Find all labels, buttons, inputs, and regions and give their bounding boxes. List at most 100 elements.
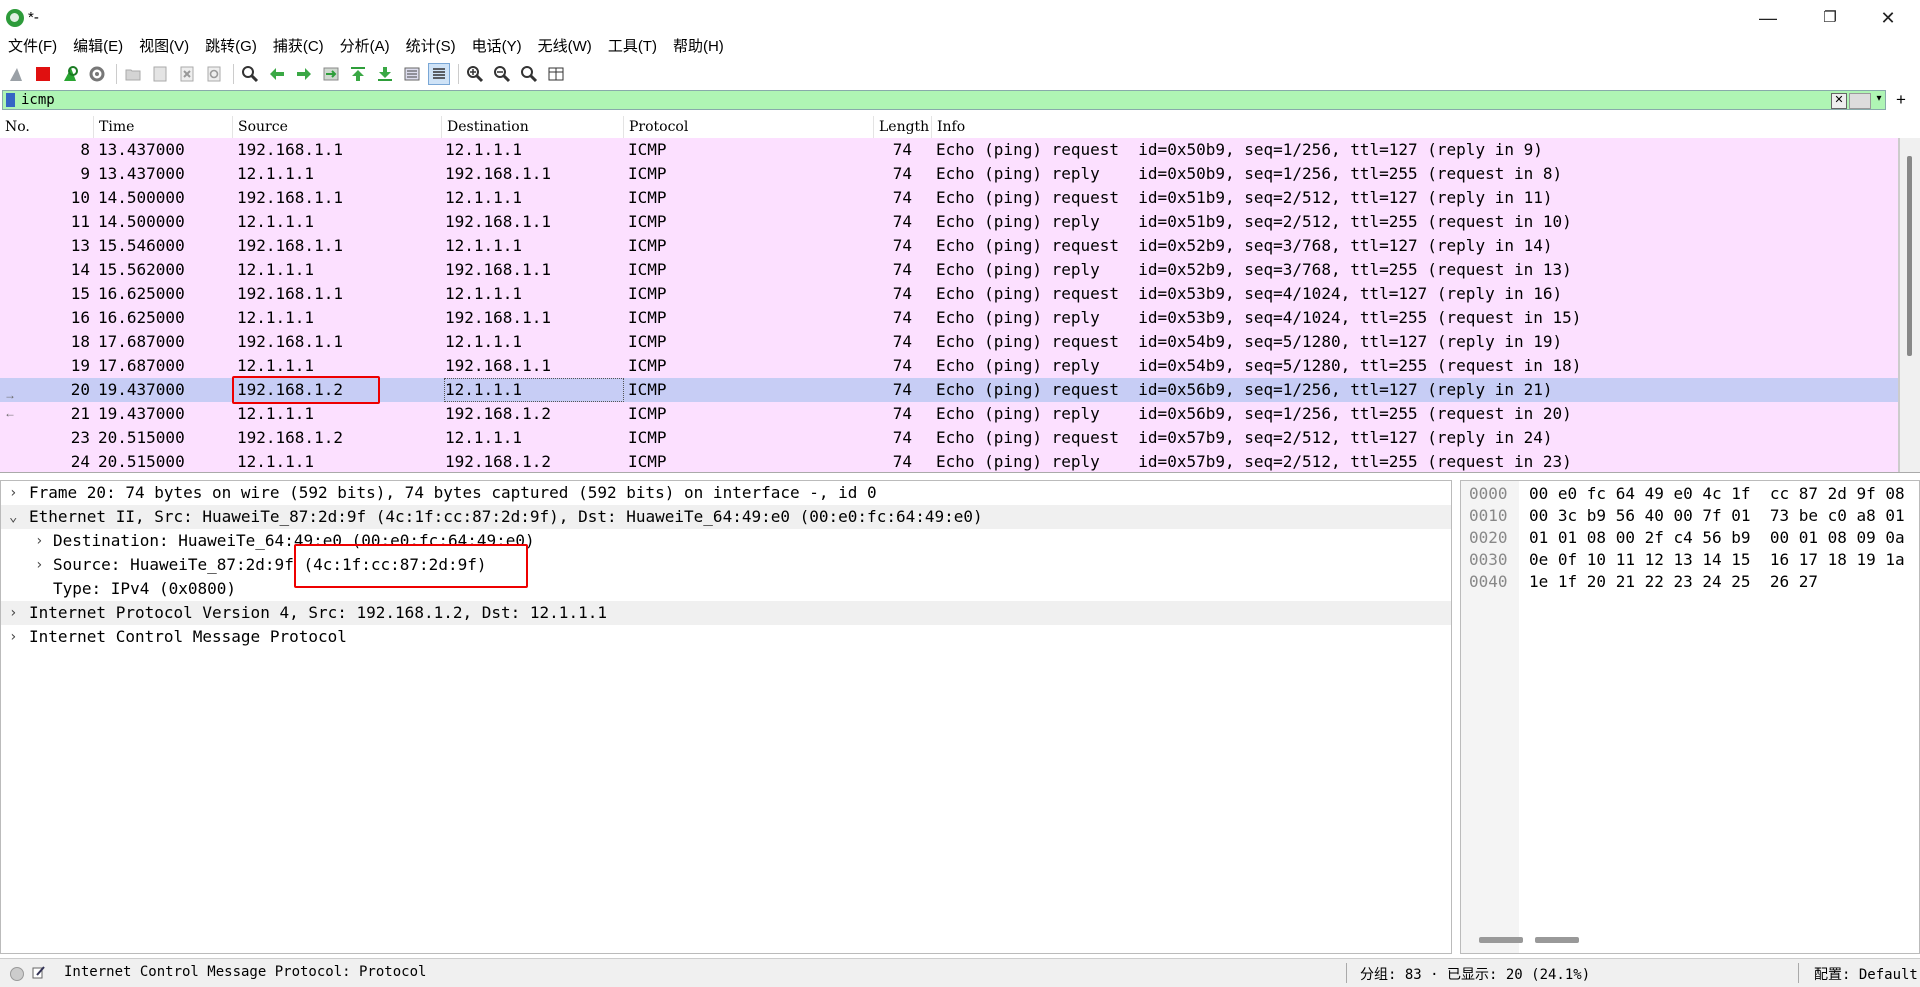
minimize-button[interactable]: — (1744, 0, 1792, 36)
bytes-hex[interactable]: 00 e0 fc 64 49 e0 4c 1f cc 87 2d 9f 08 (1529, 483, 1905, 505)
chevron-right-icon[interactable]: › (9, 481, 17, 505)
maximize-button[interactable]: ❐ (1806, 0, 1854, 36)
menu-telephony[interactable]: 电话(Y) (464, 34, 530, 60)
go-last-button[interactable] (375, 64, 395, 84)
bytes-hex[interactable]: 0e 0f 10 11 12 13 14 15 16 17 18 19 1a (1529, 549, 1905, 571)
bytes-offset: 0040 (1469, 572, 1508, 591)
find-packet-button[interactable] (240, 64, 260, 84)
colorize-button[interactable] (428, 63, 450, 85)
column-header-destination[interactable]: Destination (442, 116, 624, 138)
zoom-normal-button[interactable] (519, 64, 539, 84)
resize-columns-button[interactable] (546, 64, 566, 84)
expert-info-led-icon[interactable] (10, 967, 24, 981)
bytes-hex[interactable]: 00 3c b9 56 40 00 7f 01 73 be c0 a8 01 (1529, 505, 1905, 527)
cell-protocol: ICMP (628, 428, 667, 447)
cell-length: 74 (892, 308, 912, 327)
save-file-button[interactable] (150, 64, 170, 84)
table-row[interactable]: 15 16.625000 192.168.1.1 12.1.1.1 ICMP 74 Echo… (0, 282, 1898, 306)
zoom-in-button[interactable] (465, 64, 485, 84)
chevron-right-icon[interactable]: › (35, 529, 43, 553)
clear-filter-icon[interactable]: ✕ (1831, 93, 1847, 109)
go-back-button[interactable] (267, 64, 287, 84)
tree-child-node[interactable]: › Source: HuaweiTe_87:2d:9f (4c:1f:cc:87:… (1, 553, 1451, 577)
table-row[interactable]: 16 16.625000 12.1.1.1 192.168.1.1 ICMP 74 Echo… (0, 306, 1898, 330)
go-first-button[interactable] (348, 64, 368, 84)
cell-source: 12.1.1.1 (237, 212, 315, 231)
table-row[interactable]: 11 14.500000 12.1.1.1 192.168.1.1 ICMP 74 Echo… (0, 210, 1898, 234)
table-row[interactable]: 8 13.437000 192.168.1.1 12.1.1.1 ICMP 74 Echo … (0, 138, 1898, 162)
table-row[interactable]: 14 15.562000 12.1.1.1 192.168.1.1 ICMP 74 Echo… (0, 258, 1898, 282)
tree-child-node[interactable]: › Destination: HuaweiTe_64:49:e0 (00:e0:f… (1, 529, 1451, 553)
autoscroll-icon (404, 67, 420, 81)
menu-go[interactable]: 跳转(G) (197, 34, 265, 60)
cell-destination: 192.168.1.1 (445, 212, 551, 231)
capture-options-button[interactable] (87, 64, 107, 84)
cell-time: 13.437000 (98, 140, 185, 159)
chevron-down-icon[interactable]: ⌄ (9, 505, 17, 529)
close-file-button[interactable] (177, 64, 197, 84)
autoscroll-button[interactable] (402, 64, 422, 84)
menu-analyze[interactable]: 分析(A) (332, 34, 398, 60)
column-header-time[interactable]: Time (94, 116, 233, 138)
apply-filter-icon[interactable] (1849, 93, 1871, 109)
close-button[interactable]: ✕ (1864, 0, 1912, 36)
table-row[interactable]: 9 13.437000 12.1.1.1 192.168.1.1 ICMP 74 Echo … (0, 162, 1898, 186)
cell-protocol: ICMP (628, 236, 667, 255)
table-row[interactable]: 18 17.687000 192.168.1.1 12.1.1.1 ICMP 74 Echo… (0, 330, 1898, 354)
chevron-right-icon[interactable]: › (9, 625, 17, 649)
table-row[interactable]: 19 17.687000 12.1.1.1 192.168.1.1 ICMP 74 Echo… (0, 354, 1898, 378)
menu-edit[interactable]: 编辑(E) (65, 34, 131, 60)
filter-history-chevron-down-icon[interactable]: ▾ (1873, 93, 1885, 107)
column-header-protocol[interactable]: Protocol (624, 116, 874, 138)
cell-time: 20.515000 (98, 452, 185, 471)
menu-wireless[interactable]: 无线(W) (530, 34, 600, 60)
table-row[interactable]: 21 19.437000 12.1.1.1 192.168.1.2 ICMP 74 Echo… (0, 402, 1898, 426)
column-header-length[interactable]: Length (874, 116, 932, 138)
scrollbar-thumb[interactable] (1907, 156, 1912, 356)
menu-statistics[interactable]: 统计(S) (398, 34, 464, 60)
open-file-button[interactable] (123, 64, 143, 84)
tree-node[interactable]: ⌄ Ethernet II, Src: HuaweiTe_87:2d:9f (4c… (1, 505, 1451, 529)
display-filter-input[interactable] (21, 91, 1821, 109)
column-header-info[interactable]: Info (932, 116, 1898, 138)
zoom-out-button[interactable] (492, 64, 512, 84)
table-row-selected[interactable]: 20 19.437000 192.168.1.2 12.1.1.1 ICMP 74 Echo… (0, 378, 1898, 402)
menu-help[interactable]: 帮助(H) (665, 34, 732, 60)
table-row[interactable]: 23 20.515000 192.168.1.2 12.1.1.1 ICMP 74 Echo… (0, 426, 1898, 450)
tree-node[interactable]: › Internet Protocol Version 4, Src: 192.1… (1, 601, 1451, 625)
bytes-horizontal-scrollbar[interactable] (1479, 937, 1579, 943)
go-forward-button[interactable] (294, 64, 314, 84)
zoom-out-icon (494, 66, 511, 83)
scrollbar-segment[interactable] (1535, 937, 1579, 943)
profile-indicator[interactable]: 配置: Default (1814, 964, 1918, 984)
bookmark-icon[interactable] (6, 93, 15, 107)
bytes-hex[interactable]: 1e 1f 20 21 22 23 24 25 26 27 (1529, 571, 1818, 593)
restart-capture-button[interactable] (60, 64, 80, 84)
stop-capture-button[interactable] (33, 64, 53, 84)
tree-child-node[interactable]: Type: IPv4 (0x0800) (1, 577, 1451, 601)
column-header-no[interactable]: No. (0, 116, 94, 138)
tree-node[interactable]: › Frame 20: 74 bytes on wire (592 bits), … (1, 481, 1451, 505)
menu-tools[interactable]: 工具(T) (600, 34, 665, 60)
menu-capture[interactable]: 捕获(C) (265, 34, 332, 60)
chevron-right-icon[interactable]: › (35, 553, 43, 577)
bytes-hex[interactable]: 01 01 08 00 2f c4 56 b9 00 01 08 09 0a (1529, 527, 1905, 549)
menu-file[interactable]: 文件(F) (0, 34, 65, 60)
add-filter-button-plus-icon[interactable]: + (1896, 90, 1906, 110)
table-row[interactable]: 10 14.500000 192.168.1.1 12.1.1.1 ICMP 74 Echo… (0, 186, 1898, 210)
start-capture-button[interactable] (6, 64, 26, 84)
menu-view[interactable]: 视图(V) (131, 34, 197, 60)
tree-node-label: Destination: HuaweiTe_64:49:e0 (00:e0:fc… (53, 531, 535, 550)
scrollbar-segment[interactable] (1479, 937, 1523, 943)
reload-file-button[interactable] (204, 64, 224, 84)
edit-comment-icon[interactable] (32, 965, 46, 979)
packet-list-scrollbar[interactable] (1900, 138, 1920, 472)
go-forward-icon (297, 68, 311, 80)
column-header-source[interactable]: Source (233, 116, 442, 138)
table-row[interactable]: 13 15.546000 192.168.1.1 12.1.1.1 ICMP 74 Echo… (0, 234, 1898, 258)
go-to-packet-button[interactable] (321, 64, 341, 84)
status-bar: Internet Control Message Protocol: Proto… (0, 958, 1920, 987)
table-row[interactable]: 24 20.515000 12.1.1.1 192.168.1.2 ICMP 74 Echo… (0, 450, 1898, 472)
tree-node[interactable]: › Internet Control Message Protocol (1, 625, 1451, 649)
chevron-right-icon[interactable]: › (9, 601, 17, 625)
